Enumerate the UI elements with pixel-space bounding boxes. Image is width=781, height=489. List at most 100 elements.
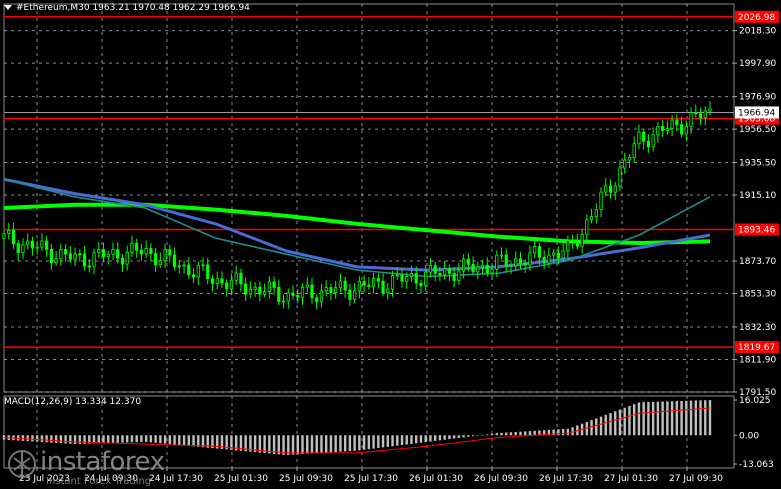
candle-body — [2, 233, 6, 239]
macd-histogram-bar — [282, 435, 285, 455]
macd-histogram-bar — [21, 435, 25, 441]
macd-histogram-bar — [111, 435, 115, 443]
macd-histogram-bar — [685, 400, 688, 436]
candle-body — [258, 286, 262, 295]
candle-body — [87, 265, 91, 268]
candle-body — [7, 229, 11, 234]
candle-body — [16, 243, 20, 254]
macd-histogram-bar — [490, 433, 494, 436]
candle-body — [537, 246, 542, 258]
candle-body — [353, 290, 357, 300]
candle-body — [623, 159, 627, 169]
macd-histogram-bar — [656, 401, 660, 436]
macd-histogram-bar — [571, 427, 574, 436]
macd-histogram-bar — [310, 435, 314, 454]
symbol-ohlc: #Ethereum,M30 1963.21 1970.48 1962.29 19… — [16, 3, 250, 13]
macd-histogram-bar — [381, 435, 385, 448]
candle-body — [267, 281, 271, 292]
macd-histogram-bar — [628, 405, 631, 436]
candle-body — [684, 125, 688, 135]
candle-body — [523, 262, 527, 266]
price-tick-label: 1853.30 — [739, 290, 776, 300]
price-tick-label: 1811.90 — [739, 355, 776, 365]
price-tick-label: 1976.90 — [739, 93, 776, 103]
macd-histogram-bar — [325, 435, 328, 453]
macd-histogram-bar — [272, 435, 276, 454]
macd-histogram-bar — [438, 435, 442, 441]
candle-body — [443, 268, 447, 276]
time-tick-label: 26 Jul 01:30 — [409, 474, 463, 484]
macd-histogram-bar — [173, 435, 176, 445]
candle-body — [158, 260, 162, 266]
candle-body — [462, 258, 466, 272]
macd-histogram-bar — [116, 435, 119, 443]
macd-histogram-bar — [149, 435, 153, 443]
candle-body — [670, 119, 674, 129]
macd-histogram-bar — [339, 435, 342, 452]
candle-body — [424, 271, 428, 287]
macd-histogram-bar — [125, 435, 129, 443]
candle-body — [405, 276, 409, 282]
candle-body — [35, 246, 39, 249]
candle-body — [381, 280, 385, 293]
macd-histogram-bar — [632, 404, 636, 436]
candle-body — [362, 280, 366, 286]
macd-histogram-bar — [358, 435, 361, 451]
candle-body — [253, 286, 257, 290]
macd-histogram-bar — [561, 429, 565, 436]
candle-body — [371, 278, 376, 287]
macd-histogram-bar — [306, 435, 309, 454]
macd-histogram-bar — [618, 409, 622, 436]
candle-body — [367, 284, 371, 287]
macd-histogram-bar — [443, 435, 446, 440]
watermark-brand: instaforex — [40, 447, 165, 477]
candle-body — [120, 257, 125, 265]
candle-body — [618, 167, 622, 187]
candle-body — [665, 128, 669, 131]
macd-histogram-bar — [699, 400, 702, 436]
candle-body — [21, 244, 25, 254]
level-label: 1893.46 — [738, 226, 775, 236]
level-label: 1819.67 — [738, 343, 775, 353]
macd-histogram-bar — [140, 435, 143, 442]
candle-body — [509, 265, 513, 267]
candle-body — [642, 131, 646, 142]
candle-body — [661, 126, 665, 131]
macd-histogram-bar — [334, 435, 337, 452]
macd-histogram-bar — [495, 433, 498, 436]
macd-tick-label: 16.025 — [739, 396, 771, 406]
candle-body — [196, 265, 200, 278]
candle-body — [130, 242, 134, 253]
macd-histogram-bar — [301, 435, 304, 455]
candle-body — [637, 131, 641, 145]
macd-histogram-bar — [694, 400, 697, 436]
macd-histogram-bar — [666, 401, 669, 436]
trading-chart[interactable]: 2018.30 1997.90 1976.90 1956.50 1935.50 1915.… — [0, 0, 781, 489]
symbol-header[interactable]: #Ethereum,M30 1963.21 1970.48 1962.29 19… — [4, 3, 250, 13]
dropdown-arrow-icon[interactable] — [4, 5, 12, 10]
macd-histogram-bar — [415, 435, 418, 444]
price-tick-label: 1873.70 — [739, 257, 776, 267]
macd-histogram-bar — [59, 435, 63, 444]
macd-histogram-bar — [708, 400, 712, 436]
macd-histogram-bar — [353, 435, 356, 451]
current-price-label: 1966.94 — [738, 108, 775, 118]
macd-histogram-bar — [396, 435, 399, 446]
macd-histogram-bar — [168, 435, 172, 445]
macd-histogram-bar — [329, 435, 333, 453]
macd-histogram-bar — [343, 435, 347, 452]
macd-histogram-bar — [424, 435, 427, 443]
candle-body — [504, 254, 508, 267]
candle-body — [277, 286, 281, 302]
macd-histogram-bar — [651, 401, 655, 436]
candle-body — [651, 134, 655, 148]
macd-histogram-bar — [448, 435, 451, 440]
candle-body — [343, 280, 347, 291]
candle-body — [305, 284, 309, 288]
candle-body — [49, 248, 53, 264]
candle-body — [533, 246, 537, 254]
candle-body — [632, 143, 636, 158]
candle-body — [386, 288, 390, 293]
macd-histogram-bar — [78, 435, 82, 444]
candle-body — [646, 140, 651, 148]
